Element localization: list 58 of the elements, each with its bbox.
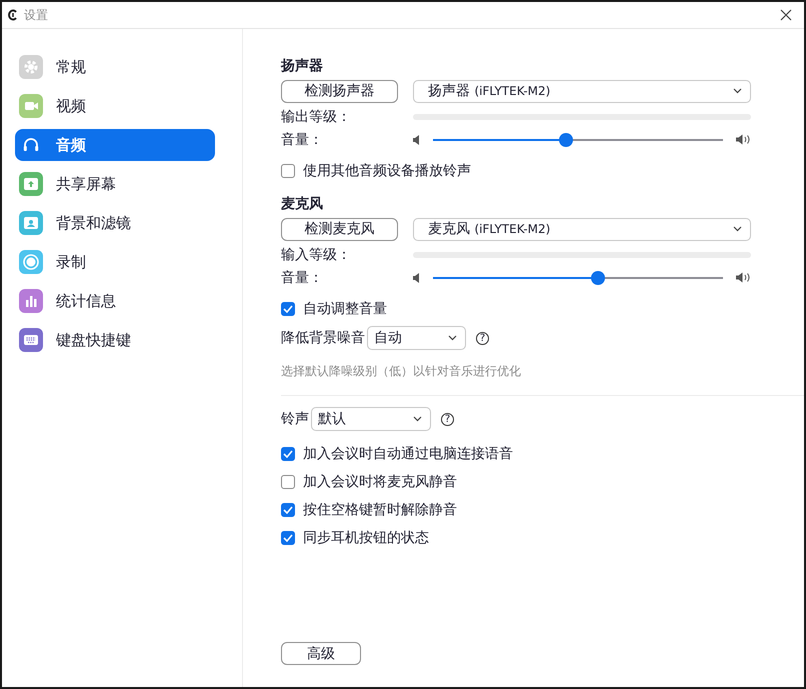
device-dropdown[interactable]: 扬声器 (iFLYTEK-M2) <box>413 80 751 102</box>
speaker-low-icon <box>413 272 420 282</box>
slider-thumb[interactable] <box>591 270 606 284</box>
app-logo-icon <box>8 9 18 21</box>
sidebar-item[interactable]: 键盘快捷键 <box>15 324 215 356</box>
volume-label: 音量： <box>281 268 324 286</box>
ringtone-label: 铃声 <box>281 410 309 428</box>
speaker-low-icon <box>413 134 420 144</box>
checkbox[interactable] <box>281 302 295 316</box>
sidebar-item[interactable]: 统计信息 <box>15 285 215 317</box>
checkbox[interactable] <box>281 475 295 489</box>
keyboard-icon <box>19 328 43 352</box>
checkbox-label: 自动调整音量 <box>303 300 387 318</box>
chevron-down-icon <box>733 226 742 232</box>
slider-thumb[interactable] <box>559 132 574 146</box>
video-camera-icon <box>19 94 43 118</box>
checkbox-label: 加入会议时自动通过电脑连接语音 <box>303 445 513 463</box>
help-icon[interactable]: ? <box>441 412 454 426</box>
sidebar-item[interactable]: 音频 <box>15 129 215 161</box>
sidebar-item[interactable]: 背景和滤镜 <box>15 207 215 239</box>
checkbox-label: 同步耳机按钮的状态 <box>303 529 429 547</box>
sidebar-item[interactable]: 常规 <box>15 51 215 83</box>
speaker-high-icon <box>736 134 751 145</box>
ringtone-dropdown[interactable]: 默认 <box>311 407 431 431</box>
sidebar-item[interactable]: 视频 <box>15 90 215 122</box>
sidebar-item[interactable]: 共享屏幕 <box>15 168 215 200</box>
chevron-down-icon <box>413 416 422 422</box>
meter-label: 输入等级： <box>281 246 352 264</box>
meter-label: 输出等级： <box>281 108 352 126</box>
bar-chart-icon <box>19 289 43 313</box>
checkbox[interactable] <box>281 447 295 461</box>
checkbox-label: 按住空格键暂时解除静音 <box>303 501 457 519</box>
volume-label: 音量： <box>281 130 324 148</box>
hint-text: 选择默认降噪级别（低）以针对音乐进行优化 <box>281 363 522 380</box>
chevron-down-icon <box>733 88 742 94</box>
sidebar-item[interactable]: 录制 <box>15 246 215 278</box>
gear-icon <box>19 55 43 79</box>
advanced-button[interactable]: 高级 <box>281 642 361 665</box>
share-screen-icon <box>19 172 43 196</box>
checkbox[interactable] <box>281 531 295 545</box>
test-button[interactable]: 检测麦克风 <box>281 218 398 240</box>
speaker-high-icon <box>736 272 751 283</box>
help-icon[interactable]: ? <box>476 332 489 344</box>
close-icon[interactable] <box>780 9 792 21</box>
test-button[interactable]: 检测扬声器 <box>281 80 398 102</box>
record-icon <box>19 250 43 274</box>
section-heading: 麦克风 <box>281 195 324 214</box>
chevron-down-icon <box>448 335 457 341</box>
checkbox[interactable] <box>281 164 295 178</box>
window-title: 设置 <box>24 6 49 24</box>
noise-label: 降低背景噪音 <box>281 329 365 347</box>
checkbox[interactable] <box>281 503 295 517</box>
checkbox-label: 使用其他音频设备播放铃声 <box>303 162 471 180</box>
checkbox-label: 加入会议时将麦克风静音 <box>303 473 457 491</box>
section-heading: 扬声器 <box>281 57 324 76</box>
person-icon <box>19 211 43 235</box>
noise-dropdown[interactable]: 自动 <box>367 326 466 350</box>
device-dropdown[interactable]: 麦克风 (iFLYTEK-M2) <box>413 218 751 240</box>
